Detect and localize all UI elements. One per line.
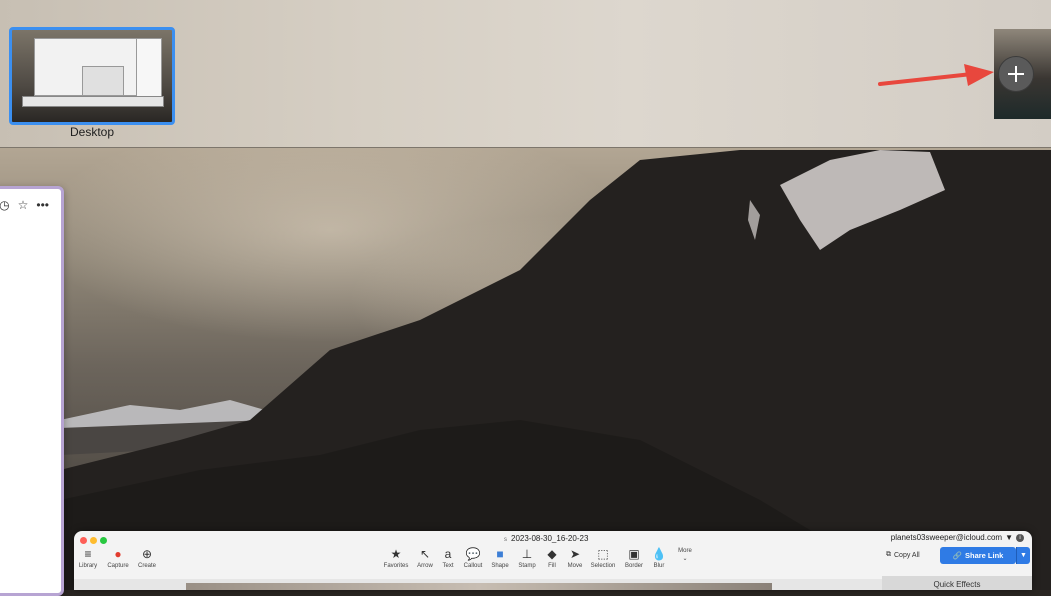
tool-callout-label: Callout [463, 563, 483, 569]
border-icon: ▣ [628, 547, 640, 561]
blur-icon: 💧 [651, 547, 667, 561]
tool-border-label: Border [624, 563, 643, 569]
library-icon: ≡ [84, 547, 92, 561]
fill-icon: ◆ [547, 547, 557, 561]
share-options-button[interactable]: ▼ [1016, 547, 1030, 564]
star-icon[interactable]: ☆ [18, 198, 29, 212]
info-icon[interactable]: i [1016, 533, 1024, 542]
mini-window-thumbnail [136, 38, 162, 102]
tool-blur[interactable]: 💧 Blur [649, 547, 669, 569]
desktop-space-label: Desktop [69, 125, 115, 139]
minimize-window-button[interactable] [90, 537, 97, 544]
create-icon: ⊕ [141, 547, 153, 561]
selection-icon: ⬚ [597, 547, 609, 561]
tool-more-label: More [678, 548, 692, 554]
tool-blur-label: Blur [653, 563, 665, 569]
callout-icon: 💬 [465, 547, 481, 561]
account-menu[interactable]: planets03sweeper@icloud.com ▼ i [891, 533, 1024, 542]
document-icon: s [504, 537, 507, 543]
tool-text[interactable]: a Text [438, 547, 458, 569]
account-email: planets03sweeper@icloud.com [890, 533, 1003, 542]
tool-selection-label: Selection [590, 563, 616, 569]
tool-text-label: Text [442, 563, 454, 569]
quick-effects-panel-header: Quick Effects [882, 576, 1032, 590]
create-label: Create [137, 563, 156, 569]
tool-shape[interactable]: ■ Shape [488, 547, 512, 569]
library-label: Library [78, 563, 98, 569]
tool-arrow[interactable]: ↖ Arrow [414, 547, 436, 569]
chevron-down-icon: ⌄ [682, 556, 688, 562]
text-icon: a [444, 547, 452, 561]
capture-button[interactable]: ● Capture [105, 547, 131, 569]
share-link-label: Share Link [964, 551, 1004, 560]
mini-window-thumbnail [82, 66, 124, 96]
move-icon: ➤ [569, 547, 581, 561]
link-icon: 🔗 [952, 551, 962, 560]
tool-move[interactable]: ➤ Move [564, 547, 586, 569]
partial-app-window[interactable]: ◷ ☆ ••• [0, 186, 64, 596]
tool-move-label: Move [567, 563, 583, 569]
close-window-button[interactable] [80, 537, 87, 544]
capture-label: Capture [107, 563, 129, 569]
create-button[interactable]: ⊕ Create [136, 547, 158, 569]
stamp-icon: ⊥ [521, 547, 533, 561]
more-icon[interactable]: ••• [36, 198, 49, 212]
tool-shape-label: Shape [491, 563, 509, 569]
library-button[interactable]: ≡ Library [77, 547, 99, 569]
shape-icon: ■ [496, 547, 504, 561]
tool-fill[interactable]: ◆ Fill [542, 547, 562, 569]
tool-arrow-label: Arrow [417, 563, 433, 569]
tool-stamp-label: Stamp [518, 563, 536, 569]
tool-favorites-label: Favorites [383, 563, 409, 569]
tool-stamp[interactable]: ⊥ Stamp [515, 547, 539, 569]
plus-icon [1008, 66, 1024, 82]
copy-all-button[interactable]: ⧉ Copy All [886, 551, 920, 559]
chevron-down-icon: ▼ [1005, 533, 1013, 542]
tool-callout[interactable]: 💬 Callout [461, 547, 485, 569]
tool-more[interactable]: More ⌄ [674, 547, 696, 562]
capture-icon: ● [114, 547, 122, 561]
copy-icon: ⧉ [886, 551, 891, 558]
chevron-down-icon: ▼ [1020, 552, 1027, 559]
star-icon: ★ [390, 547, 402, 561]
partial-window-toolbar: ◷ ☆ ••• [0, 195, 55, 215]
spaces-bar: Desktop [0, 0, 1051, 148]
editor-window[interactable]: s 2023-08-30_16-20-23 planets03sweeper@ic… [74, 531, 1032, 590]
copy-all-label: Copy All [894, 551, 920, 559]
desktop-space-thumbnail[interactable] [9, 27, 175, 125]
zoom-window-button[interactable] [100, 537, 107, 544]
red-arrow-annotation [878, 64, 994, 86]
tool-fill-label: Fill [548, 563, 556, 569]
canvas-image-preview [186, 583, 772, 590]
tool-favorites[interactable]: ★ Favorites [382, 547, 410, 569]
clock-icon[interactable]: ◷ [0, 198, 10, 212]
mini-app-bar-thumbnail [22, 96, 164, 107]
arrow-icon: ↖ [419, 547, 431, 561]
share-link-button[interactable]: 🔗 Share Link [940, 547, 1016, 564]
tool-selection[interactable]: ⬚ Selection [588, 547, 618, 569]
document-title-text: 2023-08-30_16-20-23 [511, 534, 589, 543]
tool-border[interactable]: ▣ Border [622, 547, 646, 569]
add-desktop-button[interactable] [998, 56, 1034, 92]
document-title: s 2023-08-30_16-20-23 [504, 534, 588, 543]
canvas-area[interactable] [74, 579, 882, 590]
